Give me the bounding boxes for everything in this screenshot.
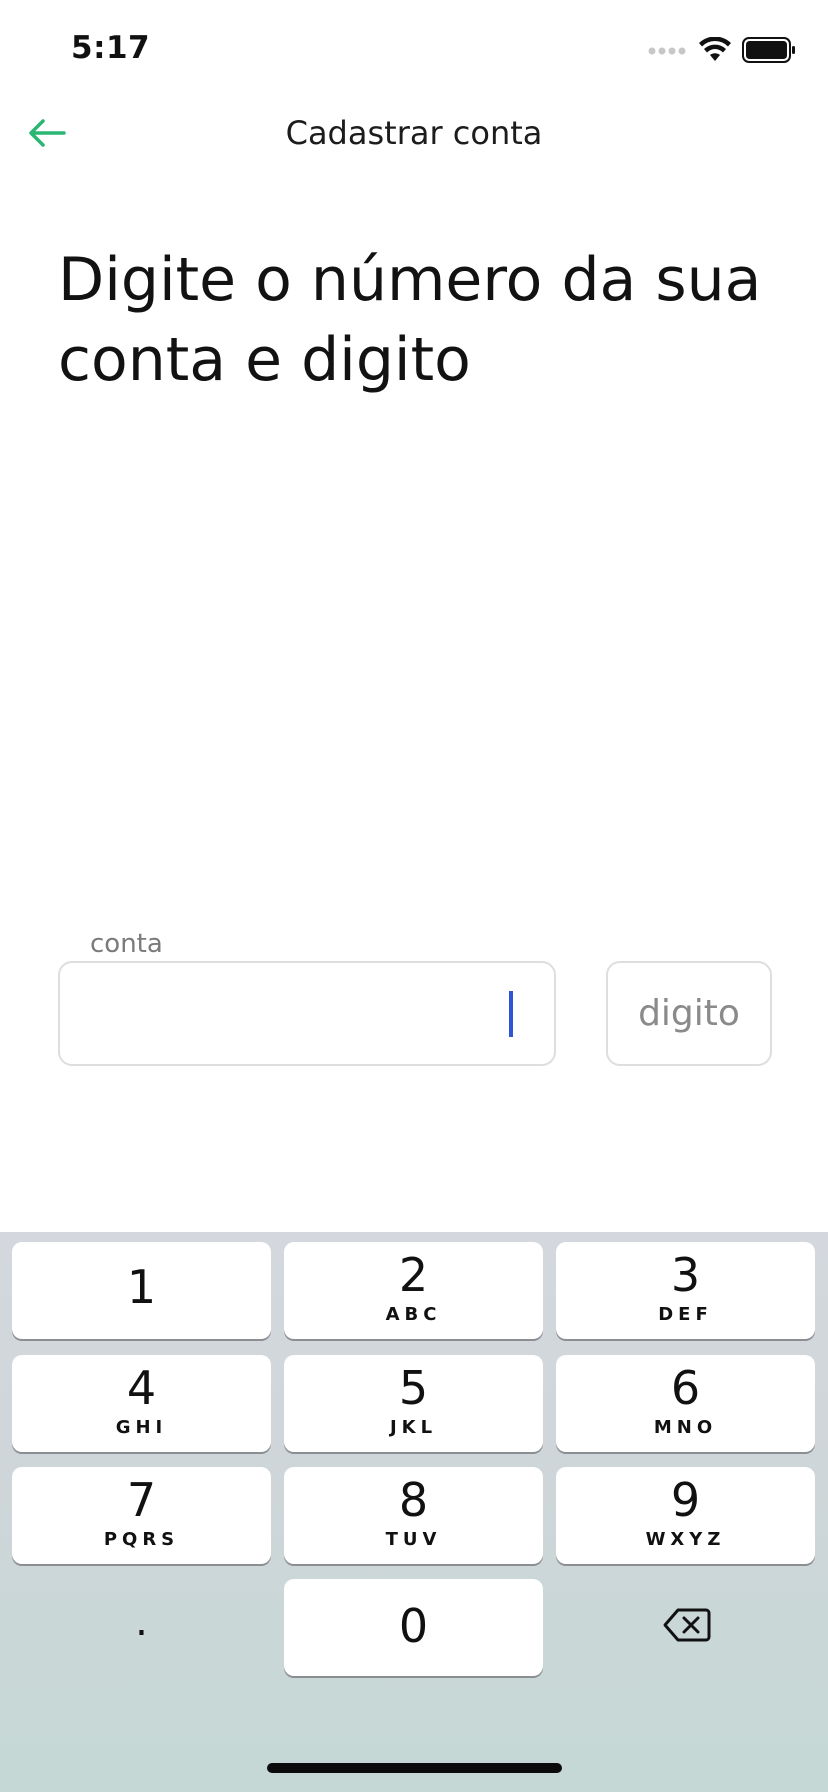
digito-input[interactable]: digito <box>606 961 772 1066</box>
status-time: 5:17 <box>71 30 151 66</box>
key-digit: 1 <box>126 1260 157 1314</box>
conta-label: conta <box>84 929 169 959</box>
heading-line-2: conta e digito <box>58 325 471 395</box>
delete-key[interactable] <box>556 1579 815 1676</box>
status-icons <box>648 34 796 66</box>
key-digit: 7 <box>126 1473 157 1527</box>
key-digit: 0 <box>398 1599 429 1653</box>
key-2[interactable]: 2 ABC <box>284 1242 543 1339</box>
key-4[interactable]: 4 GHI <box>12 1355 271 1452</box>
key-1[interactable]: 1 <box>12 1242 271 1339</box>
wifi-icon <box>698 37 732 63</box>
header: Cadastrar conta <box>0 100 828 170</box>
key-6[interactable]: 6 MNO <box>556 1355 815 1452</box>
key-9[interactable]: 9 WXYZ <box>556 1467 815 1564</box>
battery-icon <box>742 37 796 63</box>
key-digit: 6 <box>670 1361 701 1415</box>
signal-icon <box>648 45 688 55</box>
key-letters: PQRS <box>103 1529 180 1550</box>
page-title: Cadastrar conta <box>285 114 543 152</box>
key-letters: GHI <box>115 1417 168 1438</box>
key-digit: 2 <box>398 1248 429 1302</box>
key-letters: JKL <box>389 1417 438 1438</box>
numeric-keyboard: 1 2 ABC 3 DEF 4 GHI 5 JKL 6 MNO 7 PQRS 8… <box>0 1232 828 1792</box>
key-letters: ABC <box>385 1304 442 1325</box>
key-letters: DEF <box>658 1304 713 1325</box>
key-letters: TUV <box>385 1529 442 1550</box>
key-letters: MNO <box>653 1417 718 1438</box>
status-bar: 5:17 <box>0 0 828 100</box>
key-8[interactable]: 8 TUV <box>284 1467 543 1564</box>
key-digit: 3 <box>670 1248 701 1302</box>
key-5[interactable]: 5 JKL <box>284 1355 543 1452</box>
key-digit: 8 <box>398 1473 429 1527</box>
key-digit: 5 <box>398 1361 429 1415</box>
text-caret <box>509 991 513 1037</box>
key-7[interactable]: 7 PQRS <box>12 1467 271 1564</box>
key-0[interactable]: 0 <box>284 1579 543 1676</box>
key-dot[interactable]: . <box>12 1579 271 1676</box>
backspace-icon <box>663 1607 711 1647</box>
key-letters: WXYZ <box>645 1529 726 1550</box>
key-digit: 9 <box>670 1473 701 1527</box>
key-digit: 4 <box>126 1361 157 1415</box>
key-3[interactable]: 3 DEF <box>556 1242 815 1339</box>
conta-input[interactable]: conta <box>58 929 556 1066</box>
heading-line-1: Digite o número da sua <box>58 245 762 315</box>
home-indicator <box>267 1763 562 1773</box>
instruction-heading: Digite o número da sua conta e digito <box>58 240 798 400</box>
digito-placeholder: digito <box>638 993 740 1034</box>
key-dot-label: . <box>135 1599 148 1645</box>
